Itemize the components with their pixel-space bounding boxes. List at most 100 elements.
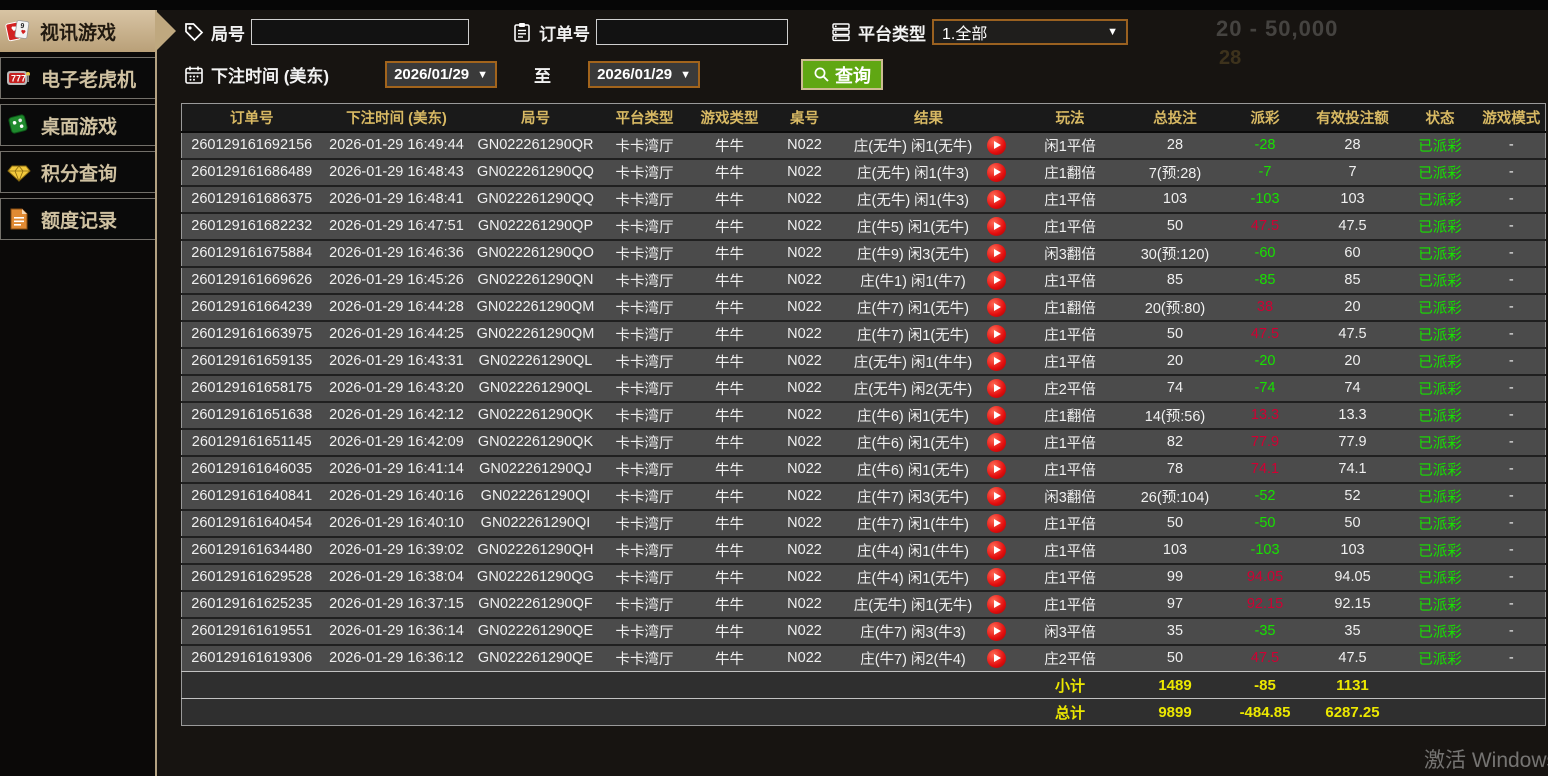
cell-valid-bet: 103: [1302, 535, 1403, 564]
play-video-button[interactable]: [986, 567, 1006, 587]
cell-platform: 卡卡湾厅: [599, 454, 690, 483]
cell-table-no: N022: [769, 184, 840, 213]
subtotal-row: 小计 1489 -85 1131: [181, 671, 1546, 699]
grand-total-row: 总计 9899 -484.85 6287.25: [181, 698, 1546, 726]
cell-game-type: 牛牛: [689, 535, 770, 564]
cell-play-type: 闲3翻倍: [1017, 481, 1123, 510]
play-video-button[interactable]: [986, 594, 1006, 614]
cell-status: 已派彩: [1402, 643, 1478, 672]
search-button-label: 查询: [835, 65, 872, 86]
cell-game-mode: -: [1477, 589, 1546, 618]
platform-type-label: 平台类型: [858, 24, 926, 44]
sidebar-item-video-games[interactable]: 9 视讯游戏: [0, 10, 176, 52]
clipboard-icon: [511, 21, 533, 43]
cell-valid-bet: 7: [1302, 157, 1403, 186]
sidebar-item-table-games[interactable]: 桌面游戏: [0, 104, 155, 146]
cards-icon: 9: [5, 18, 31, 44]
cell-payout: 47.5: [1227, 319, 1303, 348]
cell-game-mode: -: [1477, 319, 1546, 348]
cell-play-type: 庄1翻倍: [1017, 400, 1123, 429]
play-video-button[interactable]: [986, 378, 1006, 398]
date-from-select[interactable]: 2026/01/29 ▼: [385, 61, 498, 88]
play-video-button[interactable]: [986, 324, 1006, 344]
cell-order-id: 260129161640841: [181, 481, 322, 510]
cell-order-id: 260129161675884: [181, 238, 322, 267]
cell-bet-time: 2026-01-29 16:42:09: [321, 427, 472, 456]
play-video-button[interactable]: [986, 243, 1006, 263]
cell-play-type: 庄1平倍: [1017, 589, 1123, 618]
cell-platform: 卡卡湾厅: [599, 265, 690, 294]
table-row: 260129161634480 2026-01-29 16:39:02 GN02…: [181, 535, 1546, 564]
play-video-button[interactable]: [986, 540, 1006, 560]
date-to-select[interactable]: 2026/01/29 ▼: [588, 61, 701, 88]
subtotal-spacer-right: [1402, 671, 1546, 699]
cell-table-no: N022: [769, 319, 840, 348]
cell-platform: 卡卡湾厅: [599, 238, 690, 267]
round-id-input[interactable]: [251, 19, 469, 45]
play-video-button[interactable]: [986, 513, 1006, 533]
chevron-down-icon: ▼: [680, 68, 692, 81]
chevron-down-icon: ▼: [1107, 26, 1118, 38]
play-video-button[interactable]: [986, 432, 1006, 452]
order-id-input[interactable]: [596, 19, 788, 45]
col-payout: 派彩: [1227, 103, 1303, 133]
grand-total-valid-bet: 6287.25: [1302, 698, 1403, 726]
result-text: 庄(无牛) 闲1(牛3): [857, 192, 969, 209]
cell-status: 已派彩: [1402, 535, 1478, 564]
play-icon: [993, 303, 1001, 311]
sidebar-item-points-query[interactable]: 积分查询: [0, 151, 155, 193]
cell-bet-time: 2026-01-29 16:44:25: [321, 319, 472, 348]
cell-order-id: 260129161651145: [181, 427, 322, 456]
cell-status: 已派彩: [1402, 238, 1478, 267]
play-video-button[interactable]: [986, 297, 1006, 317]
cell-total-bet: 50: [1122, 508, 1228, 537]
cell-order-id: 260129161682232: [181, 211, 322, 240]
cell-table-no: N022: [769, 616, 840, 645]
cell-table-no: N022: [769, 535, 840, 564]
search-button[interactable]: 查询: [801, 59, 884, 90]
col-order-id: 订单号: [181, 103, 322, 133]
dice-icon: [6, 112, 32, 138]
play-video-button[interactable]: [986, 486, 1006, 506]
play-video-button[interactable]: [986, 162, 1006, 182]
play-video-button[interactable]: [986, 648, 1006, 668]
cell-payout: 38: [1227, 292, 1303, 321]
cell-total-bet: 82: [1122, 427, 1228, 456]
subtotal-label: 小计: [1017, 671, 1123, 699]
cell-bet-time: 2026-01-29 16:45:26: [321, 265, 472, 294]
cell-game-type: 牛牛: [689, 292, 770, 321]
cell-bet-time: 2026-01-29 16:40:16: [321, 481, 472, 510]
table-header-row: 订单号 下注时间 (美东) 局号 平台类型 游戏类型 桌号 结果 玩法 总投注 …: [181, 103, 1546, 133]
play-icon: [993, 492, 1001, 500]
cell-game-mode: -: [1477, 454, 1546, 483]
play-video-button[interactable]: [986, 270, 1006, 290]
platform-type-select[interactable]: 1.全部 ▼: [932, 19, 1128, 45]
cell-game-mode: -: [1477, 265, 1546, 294]
cell-game-type: 牛牛: [689, 508, 770, 537]
cell-order-id: 260129161663975: [181, 319, 322, 348]
cell-result: 庄(牛7) 闲3(牛3): [839, 616, 1018, 645]
sidebar-item-slots[interactable]: 777 电子老虎机: [0, 57, 155, 99]
play-video-button[interactable]: [986, 135, 1006, 155]
cell-payout: 47.5: [1227, 211, 1303, 240]
table-row: 260129161651145 2026-01-29 16:42:09 GN02…: [181, 427, 1546, 456]
cell-game-type: 牛牛: [689, 184, 770, 213]
play-video-button[interactable]: [986, 459, 1006, 479]
play-video-button[interactable]: [986, 189, 1006, 209]
play-icon: [993, 465, 1001, 473]
table-row: 260129161692156 2026-01-29 16:49:44 GN02…: [181, 130, 1546, 159]
sidebar-item-quota-records[interactable]: 额度记录: [0, 198, 155, 240]
cell-bet-time: 2026-01-29 16:48:41: [321, 184, 472, 213]
cell-game-type: 牛牛: [689, 319, 770, 348]
cell-table-no: N022: [769, 454, 840, 483]
play-video-button[interactable]: [986, 405, 1006, 425]
cell-game-mode: -: [1477, 616, 1546, 645]
cell-payout: -50: [1227, 508, 1303, 537]
cell-round-id: GN022261290QM: [471, 319, 600, 348]
play-icon: [993, 600, 1001, 608]
cell-round-id: GN022261290QE: [471, 616, 600, 645]
play-video-button[interactable]: [986, 621, 1006, 641]
play-video-button[interactable]: [986, 351, 1006, 371]
play-video-button[interactable]: [986, 216, 1006, 236]
cell-round-id: GN022261290QK: [471, 427, 600, 456]
